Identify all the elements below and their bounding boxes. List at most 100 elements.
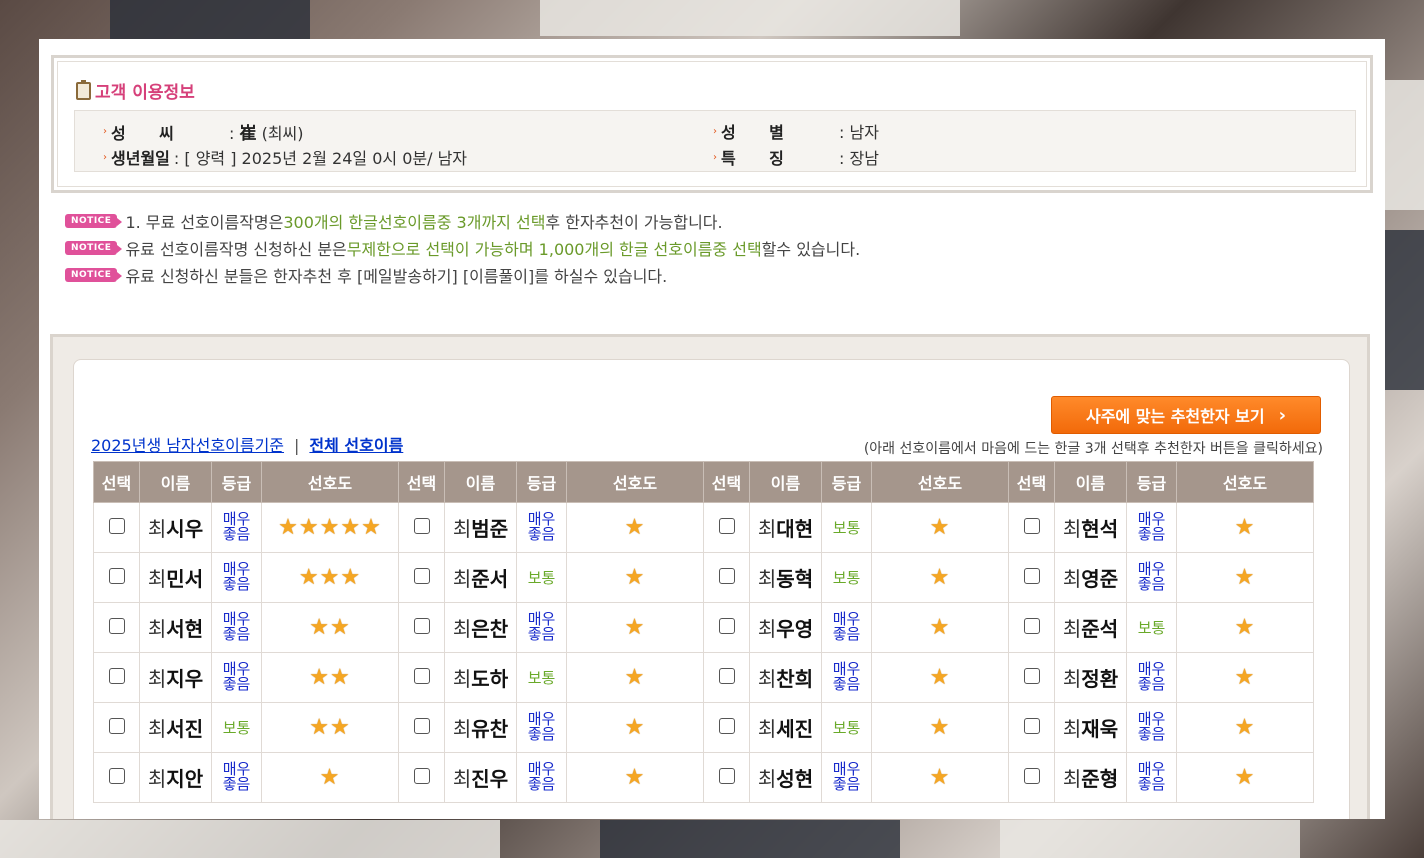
grade-cell: 매우 좋음 (211, 752, 262, 803)
grade-normal: 보통 (1137, 619, 1166, 637)
grade-cell: 보통 (516, 652, 567, 703)
name-cell: 최재욱 (1054, 702, 1127, 753)
star-icon: ★ (624, 715, 646, 740)
preference-cell: ★ (1176, 752, 1314, 803)
name-select-checkbox[interactable] (108, 667, 125, 684)
surname-text: 최 (757, 567, 777, 591)
grade-very-good: 매우 좋음 (527, 710, 556, 743)
given-name-text: 도하 (471, 667, 509, 691)
star-icon: ★ (929, 565, 951, 590)
name-select-checkbox[interactable] (413, 617, 430, 634)
name-cell: 최서진 (139, 702, 212, 753)
name-cell: 최도하 (444, 652, 517, 703)
given-name-text: 세진 (776, 717, 814, 741)
name-select-checkbox[interactable] (718, 517, 735, 534)
given-name-text: 민서 (166, 567, 204, 591)
name-select-checkbox[interactable] (1023, 717, 1040, 734)
clipboard-icon (76, 79, 91, 100)
preference-cell: ★ (871, 552, 1009, 603)
preference-cell: ★ (871, 702, 1009, 753)
name-select-checkbox[interactable] (413, 767, 430, 784)
grade-very-good: 매우 좋음 (222, 610, 251, 643)
select-cell (398, 752, 445, 803)
name-select-checkbox[interactable] (108, 617, 125, 634)
name-cell: 최범준 (444, 502, 517, 553)
name-select-checkbox[interactable] (413, 717, 430, 734)
name-select-checkbox[interactable] (1023, 767, 1040, 784)
name-list-inner: 사주에 맞는 추천한자 보기 › 2025년생 남자선호이름기준 | 전체 선호이름… (73, 359, 1350, 819)
feature-label: 특 징 (721, 149, 784, 168)
grade-very-good: 매우 좋음 (832, 610, 861, 643)
bullet-arrow-icon: › (713, 151, 717, 163)
name-select-checkbox[interactable] (718, 717, 735, 734)
star-icon: ★ (929, 515, 951, 540)
gender-value: : 남자 (839, 123, 879, 142)
grade-cell: 매우 좋음 (211, 602, 262, 653)
grade-very-good: 매우 좋음 (222, 660, 251, 693)
name-select-checkbox[interactable] (108, 567, 125, 584)
name-cell: 최진우 (444, 752, 517, 803)
selection-hint: (아래 선호이름에서 마음에 드는 한글 3개 선택후 추천한자 버튼을 클릭하… (863, 441, 1323, 457)
name-select-checkbox[interactable] (1023, 667, 1040, 684)
grade-cell: 매우 좋음 (1126, 702, 1177, 753)
grade-cell: 매우 좋음 (821, 602, 872, 653)
preference-cell: ★★ (261, 652, 399, 703)
preference-cell: ★ (566, 652, 704, 703)
name-select-checkbox[interactable] (1023, 617, 1040, 634)
notice-3: NOTICE 유료 신청하신 분들은 한자추천 후 [메일발송하기] [이름풀이… (65, 263, 667, 287)
name-select-checkbox[interactable] (718, 767, 735, 784)
star-icon: ★ (309, 665, 330, 690)
name-cell: 최대현 (749, 502, 822, 553)
grade-cell: 매우 좋음 (211, 502, 262, 553)
year-preference-link[interactable]: 2025년생 남자선호이름기준 (91, 436, 284, 455)
grade-cell: 매우 좋음 (1126, 552, 1177, 603)
name-select-checkbox[interactable] (413, 567, 430, 584)
star-icon: ★ (1234, 765, 1256, 790)
grade-cell: 매우 좋음 (516, 702, 567, 753)
column-header: 이름 (139, 461, 212, 503)
star-icon: ★ (929, 615, 951, 640)
birth-row: › 생년월일 : [ 양력 ] 2025년 2월 24일 0시 0분/ 남자 (103, 145, 467, 169)
select-cell (93, 602, 140, 653)
select-cell (1008, 652, 1055, 703)
name-select-checkbox[interactable] (1023, 567, 1040, 584)
name-select-checkbox[interactable] (718, 667, 735, 684)
surname-row: › 성 씨 : 崔 (최씨) (103, 119, 304, 145)
name-cell: 최시우 (139, 502, 212, 553)
surname-text: 최 (147, 617, 167, 641)
column-header: 등급 (821, 461, 872, 503)
name-table: 선택 이름 등급 선호도 선택 이름 등급 선호도 선택 이름 등급 선호도 선택 이름 등급 선호도 최시우… (93, 461, 1314, 803)
column-header: 선택 (1008, 461, 1055, 503)
name-cell: 최유찬 (444, 702, 517, 753)
name-select-checkbox[interactable] (1023, 517, 1040, 534)
name-select-checkbox[interactable] (108, 717, 125, 734)
name-select-checkbox[interactable] (108, 517, 125, 534)
preference-cell: ★ (566, 502, 704, 553)
star-icon: ★ (298, 565, 320, 590)
preference-cell: ★ (566, 552, 704, 603)
preference-cell: ★ (1176, 702, 1314, 753)
grade-cell: 보통 (211, 702, 262, 753)
star-icon: ★ (929, 715, 951, 740)
all-preference-link[interactable]: 전체 선호이름 (309, 436, 403, 455)
name-select-checkbox[interactable] (718, 567, 735, 584)
grade-cell: 매우 좋음 (516, 752, 567, 803)
star-icon: ★ (1234, 565, 1256, 590)
name-select-checkbox[interactable] (108, 767, 125, 784)
bullet-arrow-icon: › (103, 151, 107, 163)
name-cell: 최서현 (139, 602, 212, 653)
grade-cell: 보통 (821, 502, 872, 553)
name-cell: 최현석 (1054, 502, 1127, 553)
name-select-checkbox[interactable] (718, 617, 735, 634)
name-select-checkbox[interactable] (413, 667, 430, 684)
surname-text: 최 (757, 767, 777, 791)
name-select-checkbox[interactable] (413, 517, 430, 534)
recommend-hanja-button[interactable]: 사주에 맞는 추천한자 보기 › (1051, 396, 1321, 434)
grade-very-good: 매우 좋음 (527, 760, 556, 793)
surname-text: 최 (1062, 667, 1082, 691)
star-icon: ★ (624, 515, 646, 540)
given-name-text: 성현 (776, 767, 814, 791)
name-cell: 최준형 (1054, 752, 1127, 803)
given-name-text: 영준 (1081, 567, 1119, 591)
gender-label: 성 별 (721, 123, 784, 142)
